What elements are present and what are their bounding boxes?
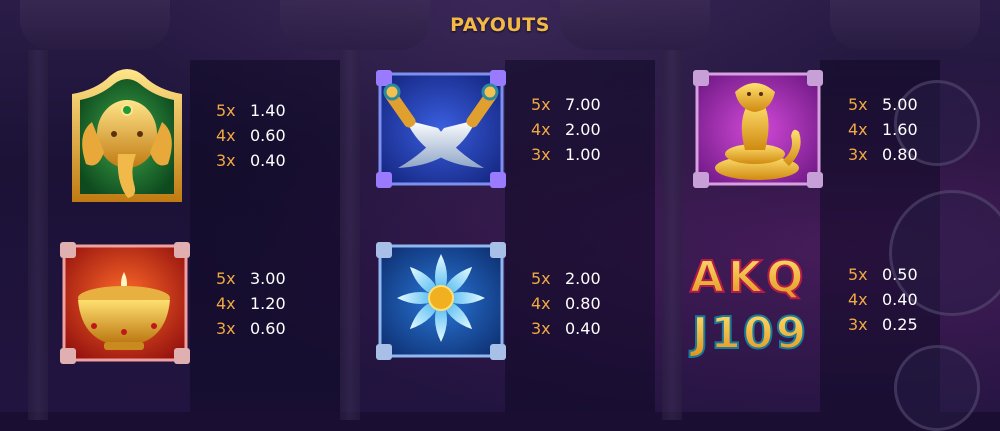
card-letters-icon: AKQ J109 <box>688 251 808 360</box>
payout-row: 3x 0.40 <box>531 316 601 341</box>
card-letters-top: AKQ <box>690 252 808 303</box>
card-letters-bottom: J109 <box>689 308 808 359</box>
payout-value: 3.00 <box>250 269 286 288</box>
multiplier: 4x <box>848 120 868 139</box>
multiplier: 5x <box>531 95 551 114</box>
payout-value: 0.40 <box>882 290 918 309</box>
card-royals-symbol: AKQ J109 <box>688 250 833 360</box>
multiplier: 5x <box>216 269 236 288</box>
payout-value: 0.40 <box>250 151 286 170</box>
multiplier: 3x <box>848 315 868 334</box>
temple-pillar <box>340 50 360 420</box>
ganesha-symbol <box>66 64 188 208</box>
payout-row: 5x 3.00 <box>216 266 286 291</box>
multiplier: 4x <box>216 294 236 313</box>
payout-value: 0.60 <box>250 319 286 338</box>
payout-value: 1.60 <box>882 120 918 139</box>
temple-pillar <box>28 50 48 420</box>
payout-row: 4x 0.40 <box>848 287 918 312</box>
ganesha-icon <box>72 69 182 202</box>
card-royals-paytable: 5x 0.50 4x 0.40 3x 0.25 <box>848 262 918 337</box>
lotus-icon <box>376 242 506 360</box>
payout-row: 4x 0.80 <box>531 291 601 316</box>
payout-value: 1.40 <box>250 101 286 120</box>
diya-lamp-icon <box>60 242 190 364</box>
diya-symbol <box>60 242 190 364</box>
multiplier: 5x <box>216 101 236 120</box>
payout-value: 7.00 <box>565 95 601 114</box>
lotus-symbol <box>376 242 506 360</box>
swords-symbol <box>376 70 506 188</box>
lotus-paytable: 5x 2.00 4x 0.80 3x 0.40 <box>531 266 601 341</box>
payout-row: 3x 0.40 <box>216 148 286 173</box>
crossed-swords-icon <box>376 70 506 188</box>
payout-row: 5x 2.00 <box>531 266 601 291</box>
multiplier: 5x <box>848 95 868 114</box>
payout-row: 4x 1.20 <box>216 291 286 316</box>
payouts-title: PAYOUTS <box>450 14 550 36</box>
cobra-paytable: 5x 5.00 4x 1.60 3x 0.80 <box>848 92 918 167</box>
multiplier: 3x <box>531 145 551 164</box>
payout-row: 4x 2.00 <box>531 117 601 142</box>
multiplier: 4x <box>531 294 551 313</box>
multiplier: 3x <box>531 319 551 338</box>
payout-value: 2.00 <box>565 269 601 288</box>
payout-row: 3x 1.00 <box>531 142 601 167</box>
multiplier: 3x <box>848 145 868 164</box>
cobra-icon <box>693 70 823 188</box>
multiplier: 3x <box>216 319 236 338</box>
multiplier: 5x <box>531 269 551 288</box>
payout-value: 0.80 <box>565 294 601 313</box>
payout-value: 0.80 <box>882 145 918 164</box>
payout-value: 0.40 <box>565 319 601 338</box>
payout-value: 0.50 <box>882 265 918 284</box>
multiplier: 4x <box>531 120 551 139</box>
temple-pillar <box>662 50 682 420</box>
payout-row: 5x 7.00 <box>531 92 601 117</box>
payout-row: 3x 0.60 <box>216 316 286 341</box>
payout-row: 4x 0.60 <box>216 123 286 148</box>
payout-value: 0.25 <box>882 315 918 334</box>
swords-paytable: 5x 7.00 4x 2.00 3x 1.00 <box>531 92 601 167</box>
turbo-button[interactable] <box>894 345 980 431</box>
payout-value: 5.00 <box>882 95 918 114</box>
payout-value: 2.00 <box>565 120 601 139</box>
payout-value: 1.20 <box>250 294 286 313</box>
payout-row: 3x 0.25 <box>848 312 918 337</box>
payout-value: 1.00 <box>565 145 601 164</box>
payout-row: 5x 5.00 <box>848 92 918 117</box>
payout-row: 5x 0.50 <box>848 262 918 287</box>
diya-paytable: 5x 3.00 4x 1.20 3x 0.60 <box>216 266 286 341</box>
payout-value: 0.60 <box>250 126 286 145</box>
multiplier: 3x <box>216 151 236 170</box>
payout-row: 3x 0.80 <box>848 142 918 167</box>
payout-row: 4x 1.60 <box>848 117 918 142</box>
multiplier: 4x <box>216 126 236 145</box>
multiplier: 5x <box>848 265 868 284</box>
ganesha-paytable: 5x 1.40 4x 0.60 3x 0.40 <box>216 98 286 173</box>
cobra-symbol <box>693 70 823 188</box>
payout-row: 5x 1.40 <box>216 98 286 123</box>
multiplier: 4x <box>848 290 868 309</box>
